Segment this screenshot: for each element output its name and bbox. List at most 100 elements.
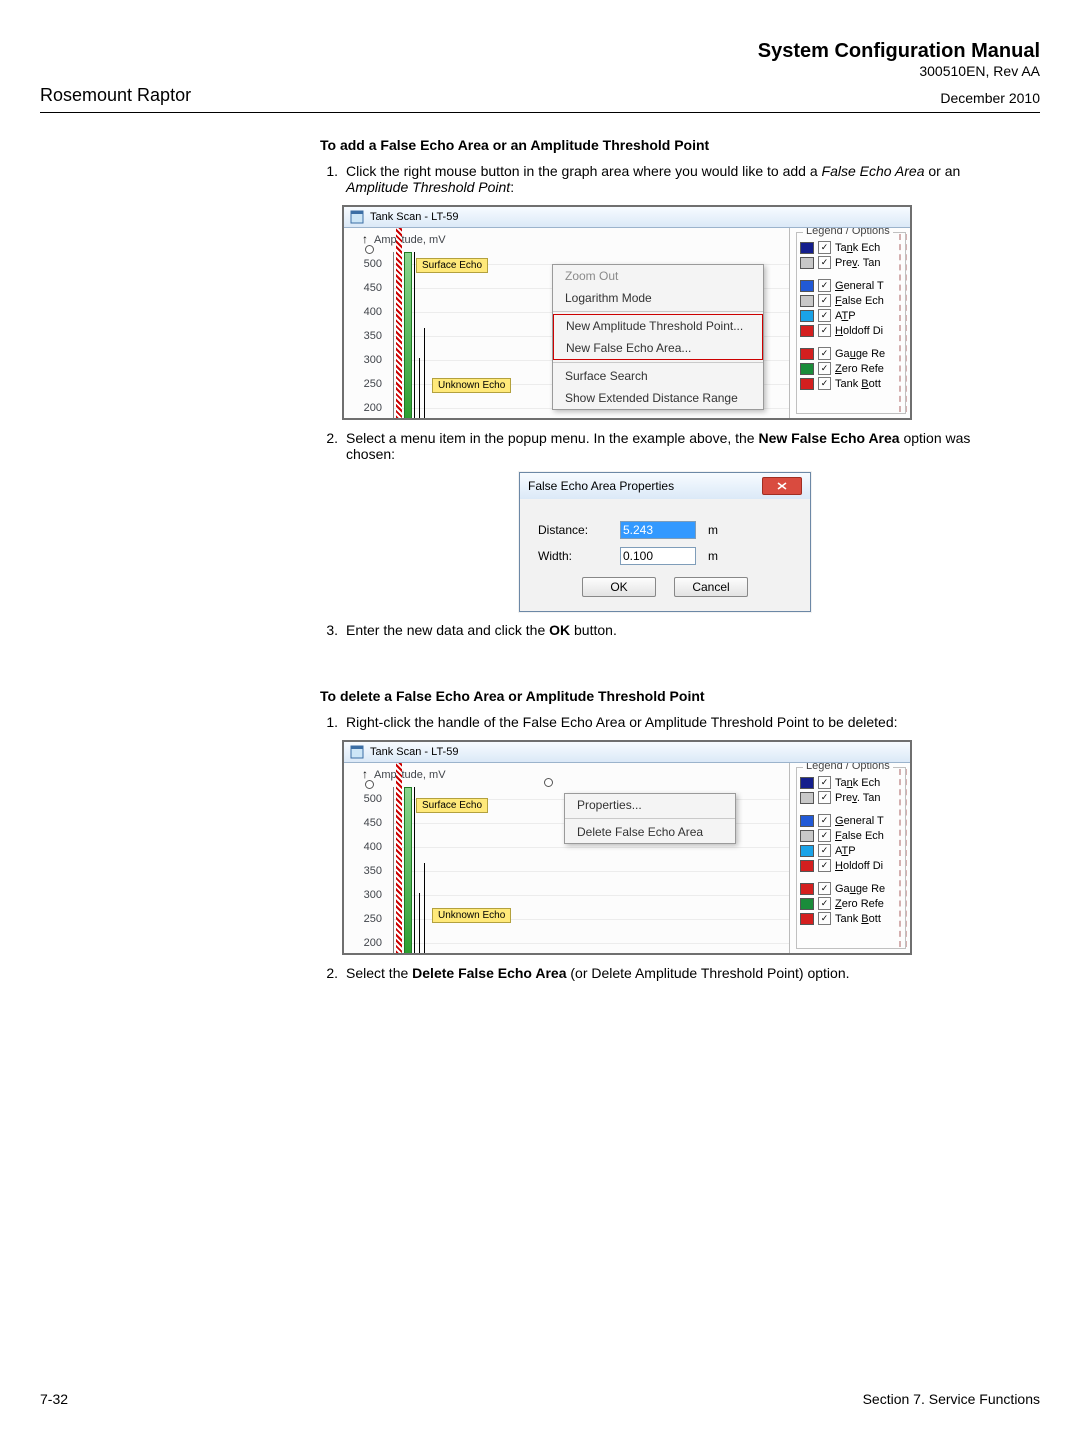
legend-item-zero-refe[interactable]: ✓Zero Refe [800, 362, 902, 375]
fea-handle[interactable] [544, 778, 553, 787]
checkbox-icon[interactable]: ✓ [818, 776, 831, 789]
menu-zoom-out[interactable]: Zoom Out [553, 265, 763, 287]
window-title: Tank Scan - LT-59 [370, 746, 458, 758]
checkbox-icon[interactable]: ✓ [818, 279, 831, 292]
width-unit: m [708, 549, 724, 563]
legend-item-tank-echo[interactable]: ✓Tank Ech [800, 241, 902, 254]
checkbox-icon[interactable]: ✓ [818, 294, 831, 307]
legend-title: Legend / Options [803, 763, 893, 772]
y-tick: 250 [352, 913, 382, 925]
holdoff-region [396, 763, 402, 953]
context-menu: Properties... Delete False Echo Area [564, 793, 736, 844]
menu-properties[interactable]: Properties... [565, 794, 735, 816]
menu-new-amplitude-threshold-point[interactable]: New Amplitude Threshold Point... [554, 315, 762, 337]
checkbox-icon[interactable]: ✓ [818, 256, 831, 269]
legend-title: Legend / Options [803, 228, 893, 237]
checkbox-icon[interactable]: ✓ [818, 829, 831, 842]
legend-panel: Legend / Options ✓Tank Ech Tank Ech ✓Pre… [789, 228, 910, 418]
y-tick: 200 [352, 402, 382, 414]
header-divider [40, 112, 1040, 113]
heading-delete-fea: To delete a False Echo Area or Amplitude… [320, 688, 1010, 704]
width-input[interactable] [620, 547, 696, 565]
checkbox-icon[interactable]: ✓ [818, 912, 831, 925]
width-row: Width: m [538, 547, 792, 565]
distance-row: Distance: m [538, 521, 792, 539]
peak-line [424, 328, 425, 418]
doc-date: December 2010 [940, 90, 1040, 106]
y-axis-arrow-icon: ↑ [362, 232, 368, 246]
width-label: Width: [538, 549, 608, 563]
checkbox-icon[interactable]: ✓ [818, 309, 831, 322]
ok-button[interactable]: OK [582, 577, 656, 597]
legend-item-holdoff[interactable]: ✓Holdoff Di [800, 859, 902, 872]
y-tick: 450 [352, 282, 382, 294]
checkbox-icon[interactable]: ✓ [818, 241, 831, 254]
surface-echo-peak [404, 787, 412, 953]
y-tick: 450 [352, 817, 382, 829]
txt: Select a menu item in the popup menu. In… [346, 430, 758, 446]
txt: Click the right mouse button in the grap… [346, 163, 822, 179]
chart-area[interactable]: ↑ Amplitude, mV 500 450 400 350 300 250 … [344, 228, 789, 418]
legend-item-atp[interactable]: ✓ATP [800, 844, 902, 857]
legend-item-tank-bott[interactable]: ✓Tank Bott [800, 377, 902, 390]
y-axis-label: Amplitude, mV [374, 769, 446, 781]
checkbox-icon[interactable]: ✓ [818, 814, 831, 827]
menu-surface-search[interactable]: Surface Search [553, 365, 763, 387]
txt-italic: Amplitude Threshold Point [346, 179, 510, 195]
window-icon [350, 210, 364, 224]
heading-add-fea: To add a False Echo Area or an Amplitude… [320, 137, 1010, 153]
legend-item-tank-echo[interactable]: ✓Tank Ech [800, 776, 902, 789]
context-menu: Zoom Out Logarithm Mode New Amplitude Th… [552, 264, 764, 410]
legend-item-false-ech[interactable]: ✓False Ech [800, 829, 902, 842]
surface-echo-label: Surface Echo [416, 258, 488, 273]
step-2-2: 2. Select the Delete False Echo Area (or… [320, 965, 1010, 981]
checkbox-icon[interactable]: ✓ [818, 897, 831, 910]
cancel-button[interactable]: Cancel [674, 577, 748, 597]
step-1-3: 3. Enter the new data and click the OK b… [320, 622, 1010, 638]
checkbox-icon[interactable]: ✓ [818, 324, 831, 337]
legend-item-general-t[interactable]: ✓General T [800, 814, 902, 827]
checkbox-icon[interactable]: ✓ [818, 791, 831, 804]
close-button[interactable] [762, 477, 802, 495]
checkbox-icon[interactable]: ✓ [818, 377, 831, 390]
menu-new-false-echo-area[interactable]: New False Echo Area... [554, 337, 762, 359]
y-tick: 250 [352, 378, 382, 390]
legend-item-atp[interactable]: ✓ATP [800, 309, 902, 322]
legend-item-holdoff[interactable]: ✓Holdoff Di [800, 324, 902, 337]
checkbox-icon[interactable]: ✓ [818, 347, 831, 360]
step-num: 2. [320, 430, 338, 462]
y-tick: 300 [352, 889, 382, 901]
txt-bold: Delete False Echo Area [412, 965, 566, 981]
window-title-bar: Tank Scan - LT-59 [344, 207, 910, 228]
legend-item-zero-refe[interactable]: ✓Zero Refe [800, 897, 902, 910]
window-icon [350, 745, 364, 759]
legend-item-gauge-re[interactable]: ✓Gauge Re [800, 347, 902, 360]
legend-item-false-ech[interactable]: ✓False Ech [800, 294, 902, 307]
close-icon [777, 482, 787, 490]
doc-title: System Configuration Manual [40, 40, 1040, 63]
menu-logarithm-mode[interactable]: Logarithm Mode [553, 287, 763, 309]
unknown-echo-label: Unknown Echo [432, 908, 511, 923]
step-text: Enter the new data and click the OK butt… [346, 622, 1010, 638]
checkbox-icon[interactable]: ✓ [818, 859, 831, 872]
section-label: Section 7. Service Functions [863, 1391, 1040, 1407]
chart-area[interactable]: ↑ Amplitude, mV 500 450 400 350 300 250 … [344, 763, 789, 953]
txt: Enter the new data and click the [346, 622, 549, 638]
checkbox-icon[interactable]: ✓ [818, 882, 831, 895]
checkbox-icon[interactable]: ✓ [818, 844, 831, 857]
legend-item-gauge-re[interactable]: ✓Gauge Re [800, 882, 902, 895]
legend-item-general-t[interactable]: ✓General T [800, 279, 902, 292]
distance-input[interactable] [620, 521, 696, 539]
distance-label: Distance: [538, 523, 608, 537]
legend-item-prev-tank[interactable]: ✓Prev. Tan [800, 256, 902, 269]
step-num: 3. [320, 622, 338, 638]
checkbox-icon[interactable]: ✓ [818, 362, 831, 375]
y-tick: 500 [352, 258, 382, 270]
y-axis: 500 450 400 350 300 250 200 [344, 787, 392, 953]
menu-delete-false-echo-area[interactable]: Delete False Echo Area [565, 821, 735, 843]
legend-item-prev-tank[interactable]: ✓Prev. Tan [800, 791, 902, 804]
legend-item-tank-bott[interactable]: ✓Tank Bott [800, 912, 902, 925]
y-tick: 350 [352, 865, 382, 877]
txt: or an [925, 163, 961, 179]
menu-show-extended-distance-range[interactable]: Show Extended Distance Range [553, 387, 763, 409]
